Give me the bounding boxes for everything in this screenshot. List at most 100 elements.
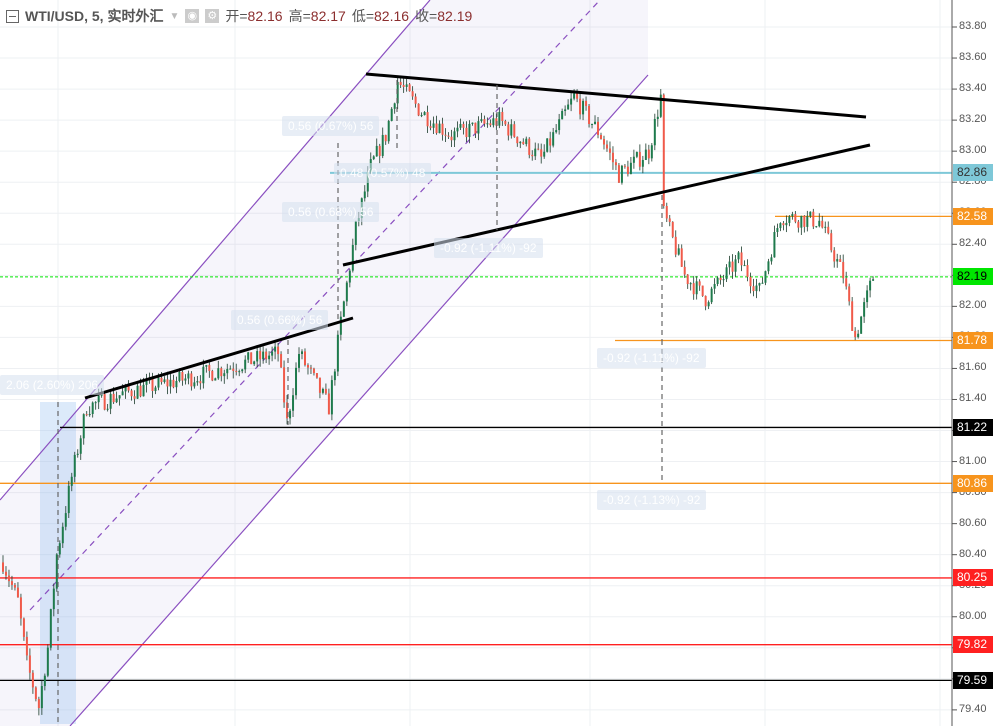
open-value: 82.16 bbox=[247, 8, 283, 24]
price-level-label: 82.58 bbox=[953, 207, 993, 225]
candle-body bbox=[280, 354, 283, 368]
candle-body bbox=[737, 252, 740, 260]
candle-body bbox=[262, 351, 265, 360]
candle-body bbox=[492, 118, 495, 126]
collapse-icon[interactable] bbox=[6, 9, 19, 23]
symbol-title[interactable]: WTI/USD, 5, 实时外汇 bbox=[25, 6, 163, 26]
candle-body bbox=[803, 215, 806, 227]
candle-body bbox=[163, 379, 166, 383]
candle-body bbox=[58, 543, 61, 555]
candle-body bbox=[704, 295, 707, 307]
candle-body bbox=[755, 285, 758, 292]
candle-body bbox=[289, 410, 292, 419]
candle-body bbox=[238, 371, 241, 373]
candle-body bbox=[372, 156, 375, 160]
price-level-label: 79.59 bbox=[953, 671, 993, 689]
candle-body bbox=[402, 84, 405, 87]
candle-body bbox=[525, 138, 528, 145]
candle-body bbox=[408, 84, 411, 92]
candle-body bbox=[292, 395, 295, 411]
candle-body bbox=[333, 371, 336, 381]
candle-body bbox=[339, 316, 342, 335]
candle-body bbox=[510, 124, 513, 136]
chevron-down-icon[interactable]: ▼ bbox=[169, 11, 179, 22]
candle-body bbox=[375, 145, 378, 157]
candle-body bbox=[570, 98, 573, 105]
candle-body bbox=[46, 647, 49, 676]
candle-body bbox=[516, 136, 519, 144]
candle-body bbox=[298, 353, 301, 368]
candle-body bbox=[668, 218, 671, 222]
candle-body bbox=[217, 368, 220, 379]
candle-body bbox=[226, 369, 229, 374]
candle-body bbox=[770, 257, 773, 262]
candle-body bbox=[501, 111, 504, 122]
price-tick-label: 81.00 bbox=[959, 454, 987, 467]
candle-body bbox=[734, 259, 737, 272]
candle-body bbox=[537, 148, 540, 150]
candle-body bbox=[662, 94, 665, 206]
candle-body bbox=[301, 351, 303, 354]
measure-label: -0.92 (-1.11%) -92 bbox=[434, 238, 543, 258]
candle-body bbox=[435, 123, 438, 134]
candle-body bbox=[327, 393, 330, 415]
price-tick-label: 82.00 bbox=[959, 299, 987, 312]
candle-body bbox=[79, 438, 82, 454]
candle-body bbox=[749, 276, 752, 287]
candle-body bbox=[692, 283, 695, 295]
candle-body bbox=[486, 123, 489, 125]
candle-body bbox=[321, 388, 324, 393]
candle-body bbox=[620, 165, 623, 183]
gear-icon[interactable]: ⚙ bbox=[205, 9, 220, 23]
candle-body bbox=[115, 398, 118, 403]
measure-label: -0.92 (-1.11%) -92 bbox=[597, 348, 706, 368]
candle-body bbox=[40, 686, 43, 709]
candle-body bbox=[19, 597, 22, 619]
candle-body bbox=[480, 119, 483, 122]
price-tick-label: 82.40 bbox=[959, 237, 987, 250]
candle-body bbox=[25, 636, 28, 656]
candle-body bbox=[594, 121, 597, 124]
candle-body bbox=[34, 687, 37, 700]
candle-body bbox=[16, 587, 19, 598]
candle-body bbox=[196, 381, 199, 383]
candle-body bbox=[175, 380, 178, 388]
candle-body bbox=[49, 609, 52, 648]
candle-body bbox=[118, 395, 121, 399]
candle-body bbox=[229, 368, 232, 370]
candle-body bbox=[199, 381, 202, 384]
price-chart[interactable] bbox=[0, 0, 995, 726]
candle-body bbox=[70, 476, 73, 486]
candle-body bbox=[863, 302, 866, 317]
candle-body bbox=[130, 390, 133, 397]
candle-body bbox=[782, 223, 785, 226]
candle-body bbox=[857, 333, 860, 338]
candle-body bbox=[611, 152, 614, 163]
candle-body bbox=[498, 111, 501, 126]
price-level-label: 81.78 bbox=[953, 332, 993, 349]
measure-label: 0.56 (0.67%) 56 bbox=[282, 116, 380, 136]
candle-body bbox=[821, 220, 824, 228]
candle-body bbox=[474, 122, 477, 134]
candle-body bbox=[429, 126, 432, 128]
candle-body bbox=[133, 396, 136, 399]
candle-body bbox=[172, 379, 175, 388]
candle-body bbox=[836, 259, 839, 262]
candle-body bbox=[815, 226, 818, 228]
price-level-label: 81.22 bbox=[953, 418, 993, 436]
candle-body bbox=[190, 373, 193, 387]
candle-body bbox=[546, 138, 549, 152]
measure-label: -0.92 (-1.13%) -92 bbox=[597, 490, 707, 510]
candle-body bbox=[797, 221, 800, 228]
candle-body bbox=[160, 377, 163, 383]
candle-body bbox=[76, 453, 79, 455]
candle-body bbox=[303, 351, 306, 366]
candle-body bbox=[363, 191, 366, 199]
candle-body bbox=[740, 252, 743, 266]
candle-body bbox=[567, 104, 570, 110]
eye-icon[interactable]: ◉ bbox=[185, 9, 200, 23]
candle-body bbox=[722, 279, 725, 281]
measure-label: 0.56 (0.66%) 56 bbox=[231, 310, 329, 330]
candle-body bbox=[725, 267, 728, 280]
candle-body bbox=[635, 152, 638, 157]
